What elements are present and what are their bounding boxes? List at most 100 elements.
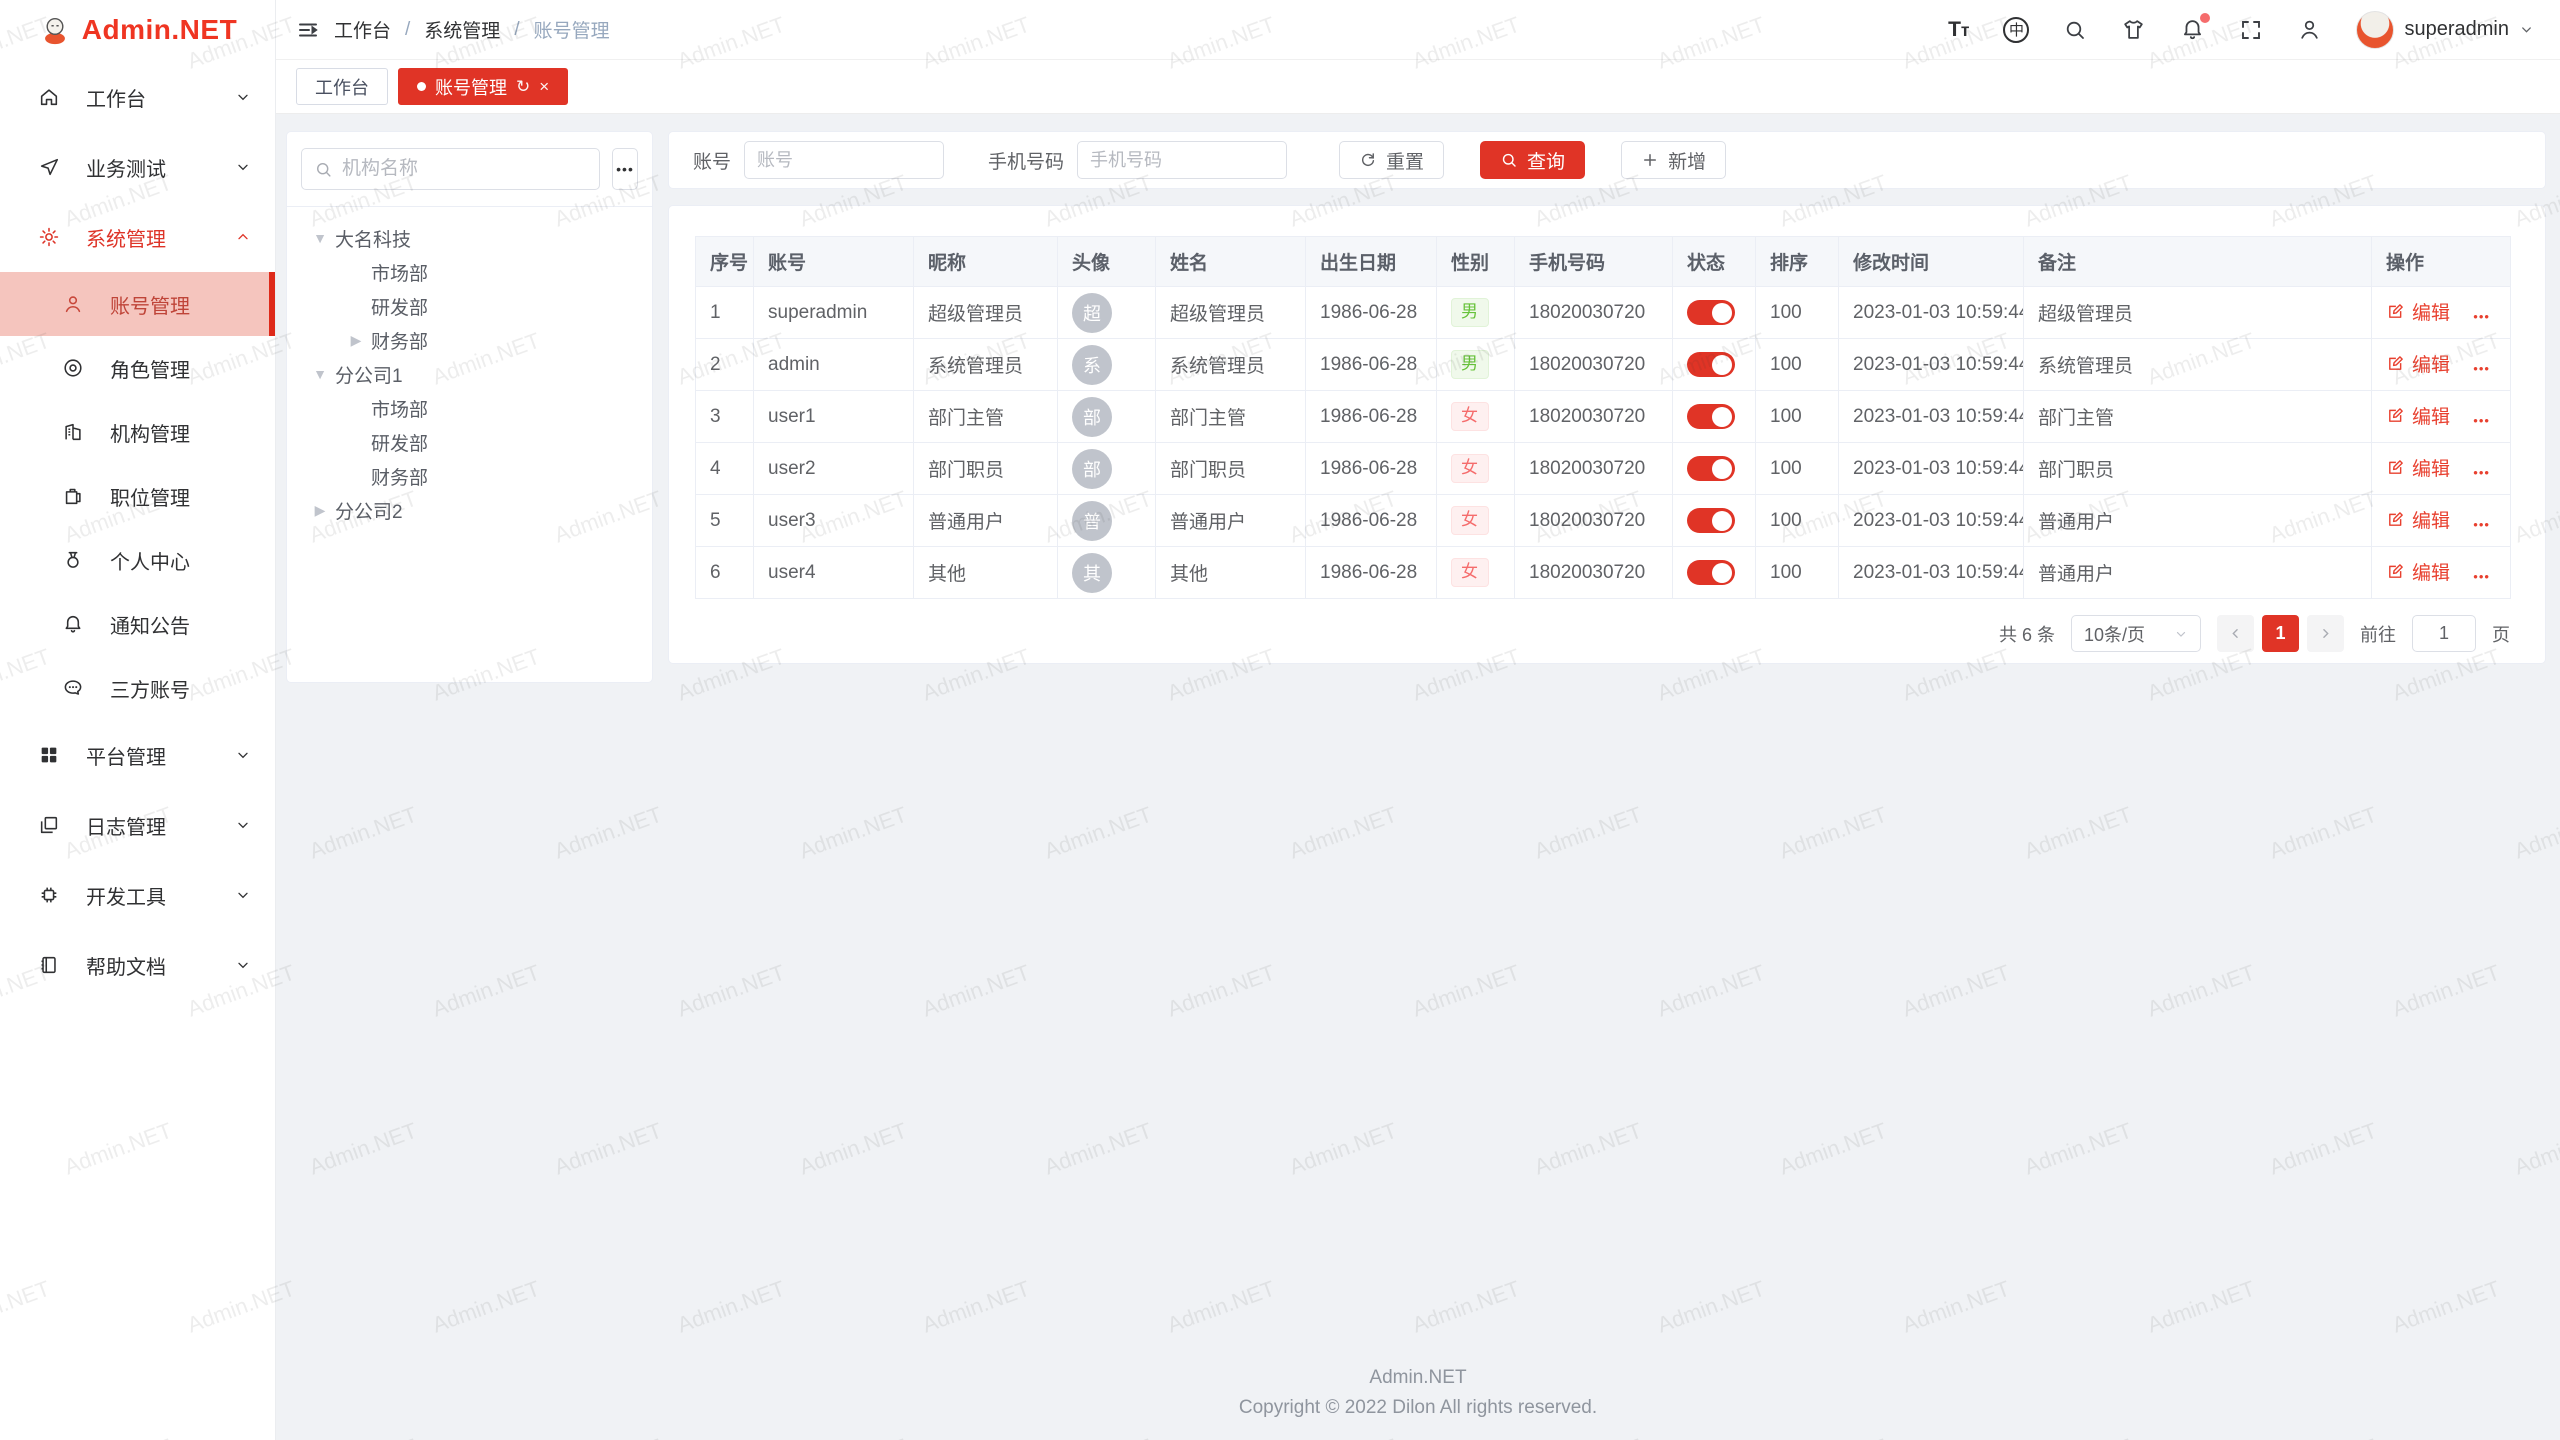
sidebar: Admin.NET 工作台 业务测试 系统管理 账号管理 角色管理 机构管理	[0, 0, 276, 1440]
breadcrumb-item[interactable]: 工作台	[334, 16, 391, 43]
user-menu[interactable]: superadmin	[2356, 11, 2534, 49]
caret-right-icon[interactable]: ▶	[305, 502, 335, 519]
page-number-current[interactable]: 1	[2262, 615, 2299, 652]
caret-right-icon[interactable]: ▶	[341, 332, 371, 349]
chevron-up-icon	[235, 229, 251, 245]
grid-icon	[38, 744, 60, 766]
tree-node[interactable]: ▼大名科技	[293, 221, 646, 255]
sidebar-item-org-management[interactable]: 机构管理	[0, 400, 275, 464]
logo[interactable]: Admin.NET	[0, 0, 275, 60]
notification-bell-icon[interactable]	[2180, 17, 2205, 42]
cell-nickname: 超级管理员	[914, 287, 1058, 339]
theme-icon[interactable]	[2121, 17, 2146, 42]
tree-node[interactable]: ▶分公司2	[293, 493, 646, 527]
status-toggle[interactable]	[1687, 508, 1735, 533]
sidebar-item-position-management[interactable]: 职位管理	[0, 464, 275, 528]
account-filter-input[interactable]	[744, 141, 944, 179]
tree-node[interactable]: ▼分公司1	[293, 357, 646, 391]
font-size-icon[interactable]: Tт	[1948, 18, 1969, 42]
caret-down-icon[interactable]: ▼	[305, 366, 335, 382]
goto-page-input[interactable]	[2412, 615, 2476, 652]
edit-pencil-icon	[2386, 562, 2405, 581]
more-actions-button[interactable]: •••	[2473, 517, 2490, 532]
sidebar-item-business-test[interactable]: 业务测试	[0, 132, 275, 202]
tree-node[interactable]: 研发部	[293, 425, 646, 459]
tree-node[interactable]: 市场部	[293, 391, 646, 425]
avatar: 部	[1072, 397, 1112, 437]
cell-index: 5	[696, 495, 754, 547]
status-toggle[interactable]	[1687, 456, 1735, 481]
sidebar-item-platform-management[interactable]: 平台管理	[0, 720, 275, 790]
sidebar-item-help-docs[interactable]: 帮助文档	[0, 930, 275, 1000]
collapse-menu-icon[interactable]	[296, 18, 320, 42]
table-row: 1 superadmin 超级管理员 超 超级管理员 1986-06-28 男 …	[696, 287, 2511, 339]
tab-close-icon[interactable]: ×	[539, 77, 549, 97]
tree-more-button[interactable]: •••	[612, 148, 638, 190]
sidebar-item-system-management[interactable]: 系统管理	[0, 202, 275, 272]
breadcrumb-separator: /	[514, 19, 519, 41]
page-size-select[interactable]: 10条/页	[2071, 615, 2201, 652]
edit-button[interactable]: 编辑	[2386, 350, 2450, 377]
language-icon[interactable]: 中	[2003, 17, 2029, 43]
col-name: 姓名	[1156, 237, 1306, 287]
edit-button[interactable]: 编辑	[2386, 298, 2450, 325]
cell-status	[1673, 495, 1756, 547]
table-row: 6 user4 其他 其 其他 1986-06-28 女 18020030720…	[696, 547, 2511, 599]
sidebar-item-dev-tools[interactable]: 开发工具	[0, 860, 275, 930]
edit-button[interactable]: 编辑	[2386, 558, 2450, 585]
fullscreen-icon[interactable]	[2239, 18, 2263, 42]
documents-icon	[38, 814, 60, 836]
sidebar-item-notice[interactable]: 通知公告	[0, 592, 275, 656]
status-toggle[interactable]	[1687, 404, 1735, 429]
phone-filter-input[interactable]	[1077, 141, 1287, 179]
refresh-icon	[1359, 151, 1377, 169]
org-search-input[interactable]	[342, 158, 587, 180]
sidebar-item-thirdparty-account[interactable]: 三方账号	[0, 656, 275, 720]
tree-node[interactable]: 市场部	[293, 255, 646, 289]
status-toggle[interactable]	[1687, 352, 1735, 377]
edit-button[interactable]: 编辑	[2386, 506, 2450, 533]
more-actions-button[interactable]: •••	[2473, 361, 2490, 376]
page-unit: 页	[2492, 621, 2510, 647]
cell-phone: 18020030720	[1515, 495, 1673, 547]
sidebar-item-personal-center[interactable]: 个人中心	[0, 528, 275, 592]
tree-node[interactable]: 研发部	[293, 289, 646, 323]
tree-node[interactable]: ▶财务部	[293, 323, 646, 357]
edit-pencil-icon	[2386, 302, 2405, 321]
table-row: 4 user2 部门职员 部 部门职员 1986-06-28 女 1802003…	[696, 443, 2511, 495]
col-birth: 出生日期	[1306, 237, 1437, 287]
next-page-button[interactable]	[2307, 615, 2344, 652]
edit-button[interactable]: 编辑	[2386, 402, 2450, 429]
sidebar-item-role-management[interactable]: 角色管理	[0, 336, 275, 400]
tree-node[interactable]: 财务部	[293, 459, 646, 493]
more-actions-button[interactable]: •••	[2473, 309, 2490, 324]
add-button[interactable]: 新增	[1621, 141, 1726, 179]
more-actions-button[interactable]: •••	[2473, 465, 2490, 480]
prev-page-button[interactable]	[2217, 615, 2254, 652]
status-toggle[interactable]	[1687, 560, 1735, 585]
sidebar-item-workbench[interactable]: 工作台	[0, 62, 275, 132]
status-toggle[interactable]	[1687, 300, 1735, 325]
sidebar-item-log-management[interactable]: 日志管理	[0, 790, 275, 860]
tab-workbench[interactable]: 工作台	[296, 68, 388, 105]
caret-down-icon[interactable]: ▼	[305, 230, 335, 246]
tab-account-management[interactable]: 账号管理 ↻ ×	[398, 68, 568, 105]
more-actions-button[interactable]: •••	[2473, 413, 2490, 428]
cell-avatar: 其	[1058, 547, 1156, 599]
edit-button[interactable]: 编辑	[2386, 454, 2450, 481]
cell-account: user3	[754, 495, 914, 547]
cell-index: 3	[696, 391, 754, 443]
filter-bar: 账号 手机号码 重置 查询 新增	[668, 131, 2546, 189]
search-icon[interactable]	[2063, 18, 2087, 42]
reset-button[interactable]: 重置	[1339, 141, 1444, 179]
breadcrumb-item[interactable]: 系统管理	[424, 16, 500, 43]
sidebar-item-account-management[interactable]: 账号管理	[0, 272, 275, 336]
cell-phone: 18020030720	[1515, 391, 1673, 443]
tab-refresh-icon[interactable]: ↻	[516, 77, 530, 97]
search-button[interactable]: 查询	[1480, 141, 1585, 179]
more-actions-button[interactable]: •••	[2473, 569, 2490, 584]
edit-pencil-icon	[2386, 354, 2405, 373]
org-search-box	[301, 148, 600, 190]
col-nickname: 昵称	[914, 237, 1058, 287]
user-icon[interactable]	[2297, 17, 2322, 42]
